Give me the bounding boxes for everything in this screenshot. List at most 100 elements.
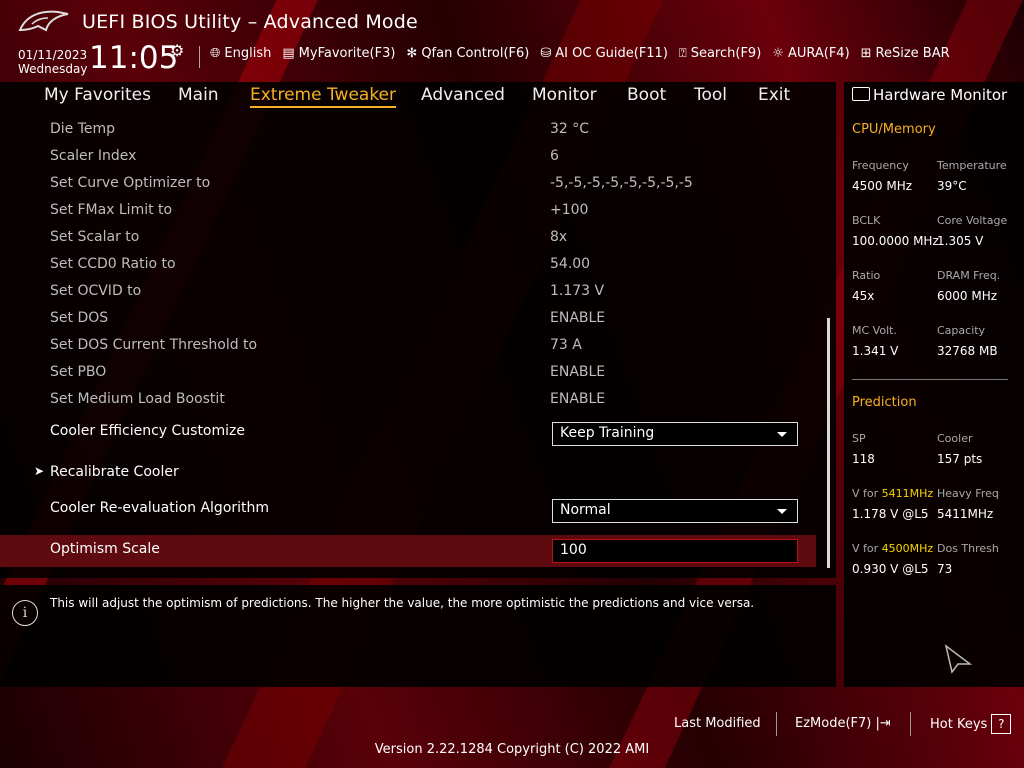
hw-label: BCLK [852,214,881,227]
language-label: English [224,46,272,61]
hw-value: 39°C [937,179,967,193]
hw-label: Temperature [937,159,1007,172]
tab-boot[interactable]: Boot [627,85,666,105]
resize-bar-icon: ⊞ [860,46,872,61]
setting-row: Scaler Index 6 [0,144,816,170]
clock: 11:05 [89,40,179,76]
tab-advanced[interactable]: Advanced [421,85,505,105]
v-for-prefix: V for [852,487,882,500]
mouse-cursor-icon [944,644,972,674]
cpu-memory-heading: CPU/Memory [852,122,936,137]
setting-value: ENABLE [550,391,606,407]
setting-label: Set PBO [50,364,107,380]
info-icon: i [12,600,38,626]
setting-value: 54.00 [550,256,591,272]
setting-label: Set DOS Current Threshold to [50,337,258,353]
chevron-down-icon [777,509,787,514]
hw-label: Frequency [852,159,909,172]
hw-value: 1.305 V [937,234,984,248]
gear-icon[interactable]: ⚙ [170,41,184,60]
setting-label: Set OCVID to [50,283,142,299]
setting-value: +100 [550,202,589,218]
optimism-scale-value: 100 [560,542,587,558]
reevaluation-value: Normal [560,502,611,518]
myfavorite-label: MyFavorite(F3) [298,46,396,61]
footer [0,700,1024,768]
qfan-button[interactable]: ✻ Qfan Control(F6) [406,46,529,61]
tab-my-favorites[interactable]: My Favorites [44,85,151,105]
tab-monitor[interactable]: Monitor [532,85,597,105]
tab-exit[interactable]: Exit [758,85,790,105]
date-display: 01/11/2023 Wednesday [18,48,87,76]
top-bar: UEFI BIOS Utility – Advanced Mode 01/11/… [0,0,1024,82]
qfan-label: Qfan Control(F6) [421,46,530,61]
setting-label: Set Scalar to [50,229,140,245]
globe-icon: 🌐︎ [210,46,221,61]
version-text: Version 2.22.1284 Copyright (C) 2022 AMI [374,742,650,757]
recalibrate-cooler-item[interactable]: ➤ Recalibrate Cooler [0,460,816,486]
tab-extreme-tweaker[interactable]: Extreme Tweaker [250,85,397,108]
weekday-text: Wednesday [18,62,88,76]
tab-tool[interactable]: Tool [694,85,727,105]
search-button[interactable]: ⍰ Search(F9) [679,46,761,61]
exit-arrow-icon: |⇥ [875,716,891,731]
aura-button[interactable]: ☼ AURA(F4) [772,46,849,61]
cooler-label: Cooler [937,432,973,445]
ezmode-button[interactable]: EzMode(F7) |⇥ [795,716,891,731]
hw-value: 4500 MHz [852,179,913,193]
scrollbar[interactable] [827,318,830,568]
v-for-prefix: V for [852,542,882,555]
tab-bar: My Favorites Main Extreme Tweaker Advanc… [0,82,836,112]
search-label: Search(F9) [690,46,762,61]
setting-label: Die Temp [50,121,116,137]
hw-label: MC Volt. [852,324,897,337]
ezmode-label: EzMode(F7) [795,716,872,731]
hot-keys-button[interactable]: Hot Keys? [930,714,1012,734]
cooler-efficiency-label: Cooler Efficiency Customize [50,423,245,439]
hw-value: 45x [852,289,875,303]
footer-divider [776,712,777,736]
sp-value: 118 [852,452,875,466]
optimism-scale-label: Optimism Scale [50,541,160,557]
reevaluation-dropdown[interactable]: Normal [552,499,798,523]
heavy-freq-value: 5411MHz [937,507,994,521]
v-for-value: 1.178 V @L5 [852,507,929,521]
language-button[interactable]: 🌐︎ English [210,46,271,61]
myfavorite-button[interactable]: ▤ MyFavorite(F3) [282,46,395,61]
hw-label: Ratio [852,269,881,282]
setting-value: 73 A [550,337,582,353]
last-modified-button[interactable]: Last Modified [674,716,761,731]
setting-row: Set Scalar to 8x [0,225,816,251]
tab-main[interactable]: Main [178,85,219,105]
setting-value: 32 °C [550,121,590,137]
setting-row: Set FMax Limit to +100 [0,198,816,224]
optimism-scale-input[interactable]: 100 [552,539,798,563]
setting-label: Set CCD0 Ratio to [50,256,176,272]
rog-logo [18,10,69,32]
cooler-efficiency-dropdown[interactable]: Keep Training [552,422,798,446]
setting-value: -5,-5,-5,-5,-5,-5,-5,-5 [550,175,693,191]
hardware-monitor-panel [844,82,1024,687]
ai-oc-guide-button[interactable]: ⛁ AI OC Guide(F11) [540,46,668,61]
hw-label: DRAM Freq. [937,269,1001,282]
toolbar-divider [199,46,200,68]
chevron-down-icon [777,432,787,437]
hw-label: Core Voltage [937,214,1008,227]
heavy-freq-label: Heavy Freq [937,487,999,500]
hw-value: 1.341 V [852,344,899,358]
setting-row: Die Temp 32 °C [0,117,816,143]
date-text: 01/11/2023 [18,48,88,62]
setting-row: Set Curve Optimizer to -5,-5,-5,-5,-5,-5… [0,171,816,197]
recalibrate-cooler-label: Recalibrate Cooler [50,464,179,480]
ai-oc-guide-label: AI OC Guide(F11) [555,46,668,61]
fan-icon: ✻ [406,46,418,61]
v-for-value: 0.930 V @L5 [852,562,929,576]
setting-value: 1.173 V [550,283,605,299]
resize-bar-button[interactable]: ⊞ ReSize BAR [861,46,950,61]
dos-thresh-value: 73 [937,562,953,576]
favorite-icon: ▤ [282,46,295,61]
dos-thresh-label: Dos Thresh [937,542,999,555]
setting-label: Scaler Index [50,148,137,164]
setting-value: 8x [550,229,568,245]
v-for-label: V for 4500MHz [852,542,933,555]
